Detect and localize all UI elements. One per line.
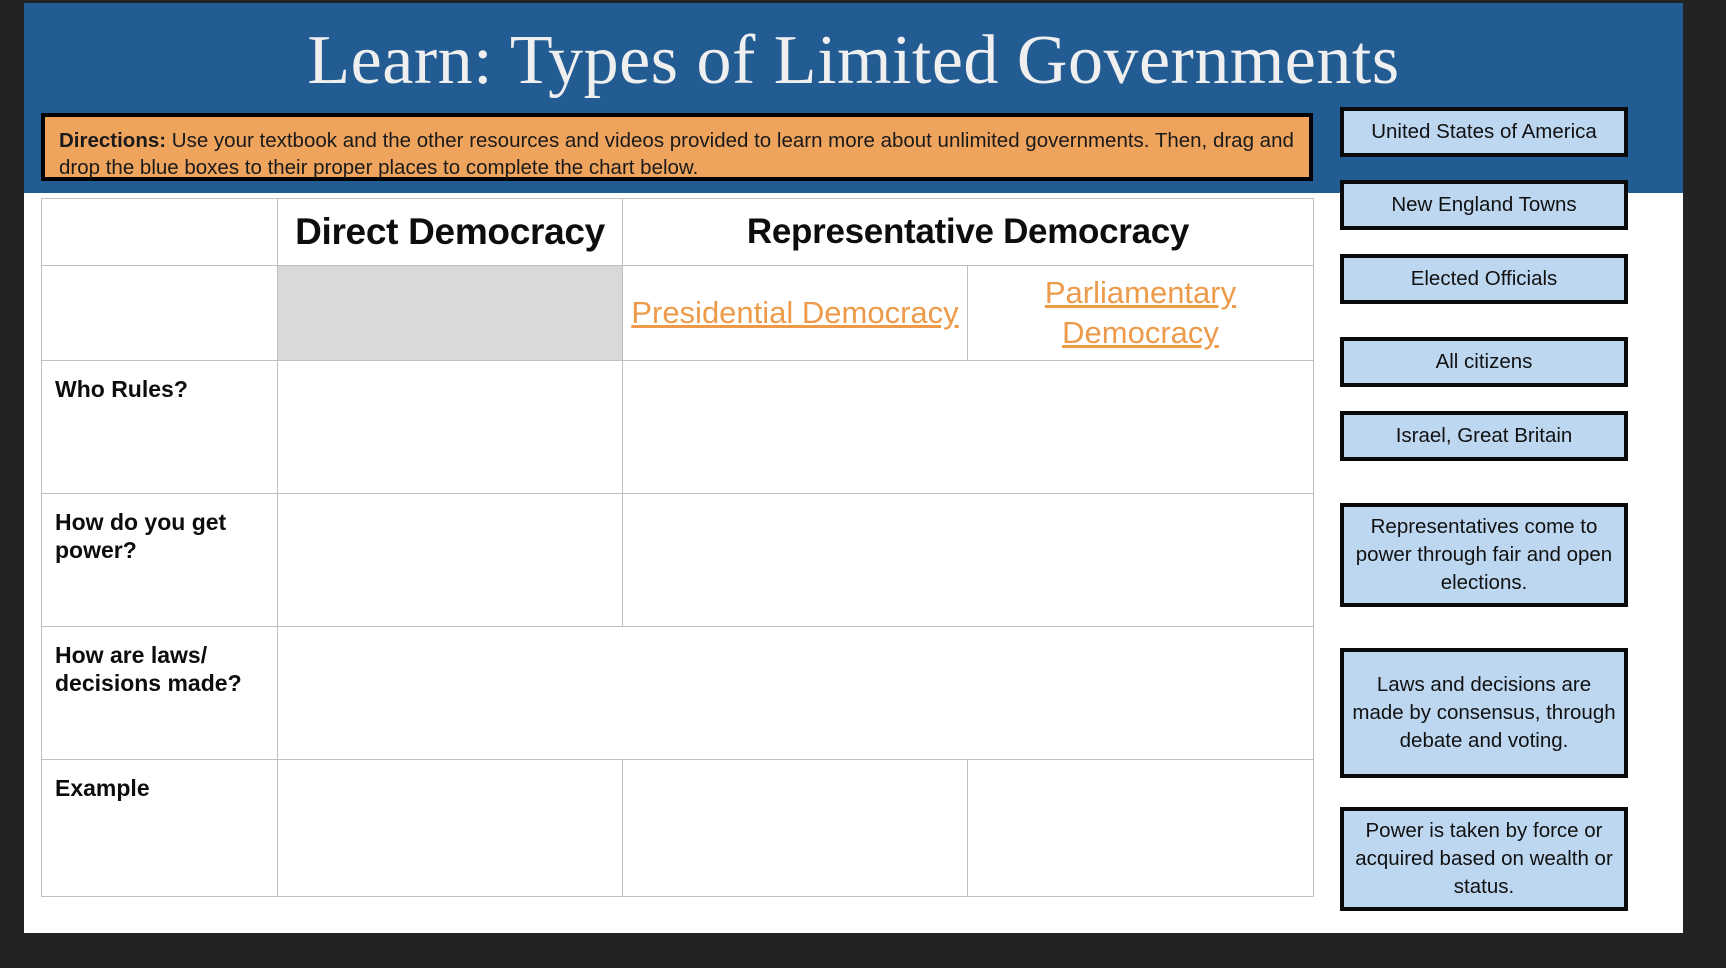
dropzone-how-laws-made-merged[interactable] <box>276 626 1315 760</box>
dropzone-who-rules-representative[interactable] <box>621 360 1315 494</box>
drag-box-new-england-towns[interactable]: New England Towns <box>1340 180 1628 230</box>
row-label-how-get-power: How do you get power? <box>41 493 278 627</box>
header-cell-blank <box>41 198 278 266</box>
row-label-how-laws-made: How are laws/ decisions made? <box>41 626 278 760</box>
table-row-how-laws-made: How are laws/ decisions made? <box>41 626 1315 760</box>
drag-box-power-taken-by-force[interactable]: Power is taken by force or acquired base… <box>1340 807 1628 911</box>
header-cell-direct-democracy: Direct Democracy <box>277 198 623 266</box>
drag-bank: United States of America New England Tow… <box>1337 3 1683 933</box>
directions-label: Directions: <box>59 129 167 152</box>
drag-box-israel-great-britain[interactable]: Israel, Great Britain <box>1340 411 1628 461</box>
drag-box-label: Power is taken by force or acquired base… <box>1355 819 1613 898</box>
drag-box-label: Laws and decisions are made by consensus… <box>1352 673 1616 752</box>
drag-box-label: New England Towns <box>1391 193 1577 216</box>
dropzone-example-parliamentary[interactable] <box>966 759 1315 897</box>
table-row-subheader: Presidential Democracy Parliamentary Dem… <box>41 265 1315 361</box>
presidential-democracy-link[interactable]: Presidential Democracy <box>631 295 958 330</box>
directions-body: Use your textbook and the other resource… <box>59 129 1294 179</box>
dropzone-how-get-power-direct[interactable] <box>277 493 623 627</box>
table-row-how-get-power: How do you get power? <box>41 493 1315 627</box>
row-label-example: Example <box>41 759 278 897</box>
slide-canvas: Learn: Types of Limited Governments Dire… <box>24 3 1683 933</box>
row-label-who-rules: Who Rules? <box>41 360 278 494</box>
drag-box-label: United States of America <box>1371 120 1597 143</box>
table-row-example: Example <box>41 759 1315 897</box>
directions-callout: Directions: Use your textbook and the ot… <box>41 113 1313 181</box>
drag-box-label: Elected Officials <box>1410 267 1558 290</box>
drag-box-united-states-of-america[interactable]: United States of America <box>1340 107 1628 157</box>
drag-box-laws-and-decisions-consensus[interactable]: Laws and decisions are made by consensus… <box>1340 648 1628 778</box>
subheader-cell-greyed <box>277 265 623 361</box>
table-row-header: Direct Democracy Representative Democrac… <box>41 198 1315 266</box>
dropzone-example-presidential[interactable] <box>622 759 968 897</box>
drag-box-elected-officials[interactable]: Elected Officials <box>1340 254 1628 304</box>
drag-box-label: Representatives come to power through fa… <box>1355 515 1613 594</box>
comparison-chart: Direct Democracy Representative Democrac… <box>41 198 1315 897</box>
subheader-cell-blank <box>41 265 278 361</box>
subheader-cell-presidential: Presidential Democracy <box>622 265 968 361</box>
drag-box-label: All citizens <box>1435 350 1533 373</box>
table-row-who-rules: Who Rules? <box>41 360 1315 494</box>
dropzone-example-direct[interactable] <box>277 759 623 897</box>
directions-text: Directions: Use your textbook and the ot… <box>59 127 1295 181</box>
dropzone-how-get-power-representative[interactable] <box>621 493 1315 627</box>
drag-box-all-citizens[interactable]: All citizens <box>1340 337 1628 387</box>
drag-box-label: Israel, Great Britain <box>1395 424 1573 447</box>
header-cell-representative-democracy: Representative Democracy <box>621 198 1315 266</box>
dropzone-who-rules-direct[interactable] <box>277 360 623 494</box>
drag-box-representatives-come-to-power[interactable]: Representatives come to power through fa… <box>1340 503 1628 607</box>
subheader-cell-parliamentary: Parliamentary Democracy <box>966 265 1315 361</box>
parliamentary-democracy-link[interactable]: Parliamentary Democracy <box>1045 275 1236 350</box>
